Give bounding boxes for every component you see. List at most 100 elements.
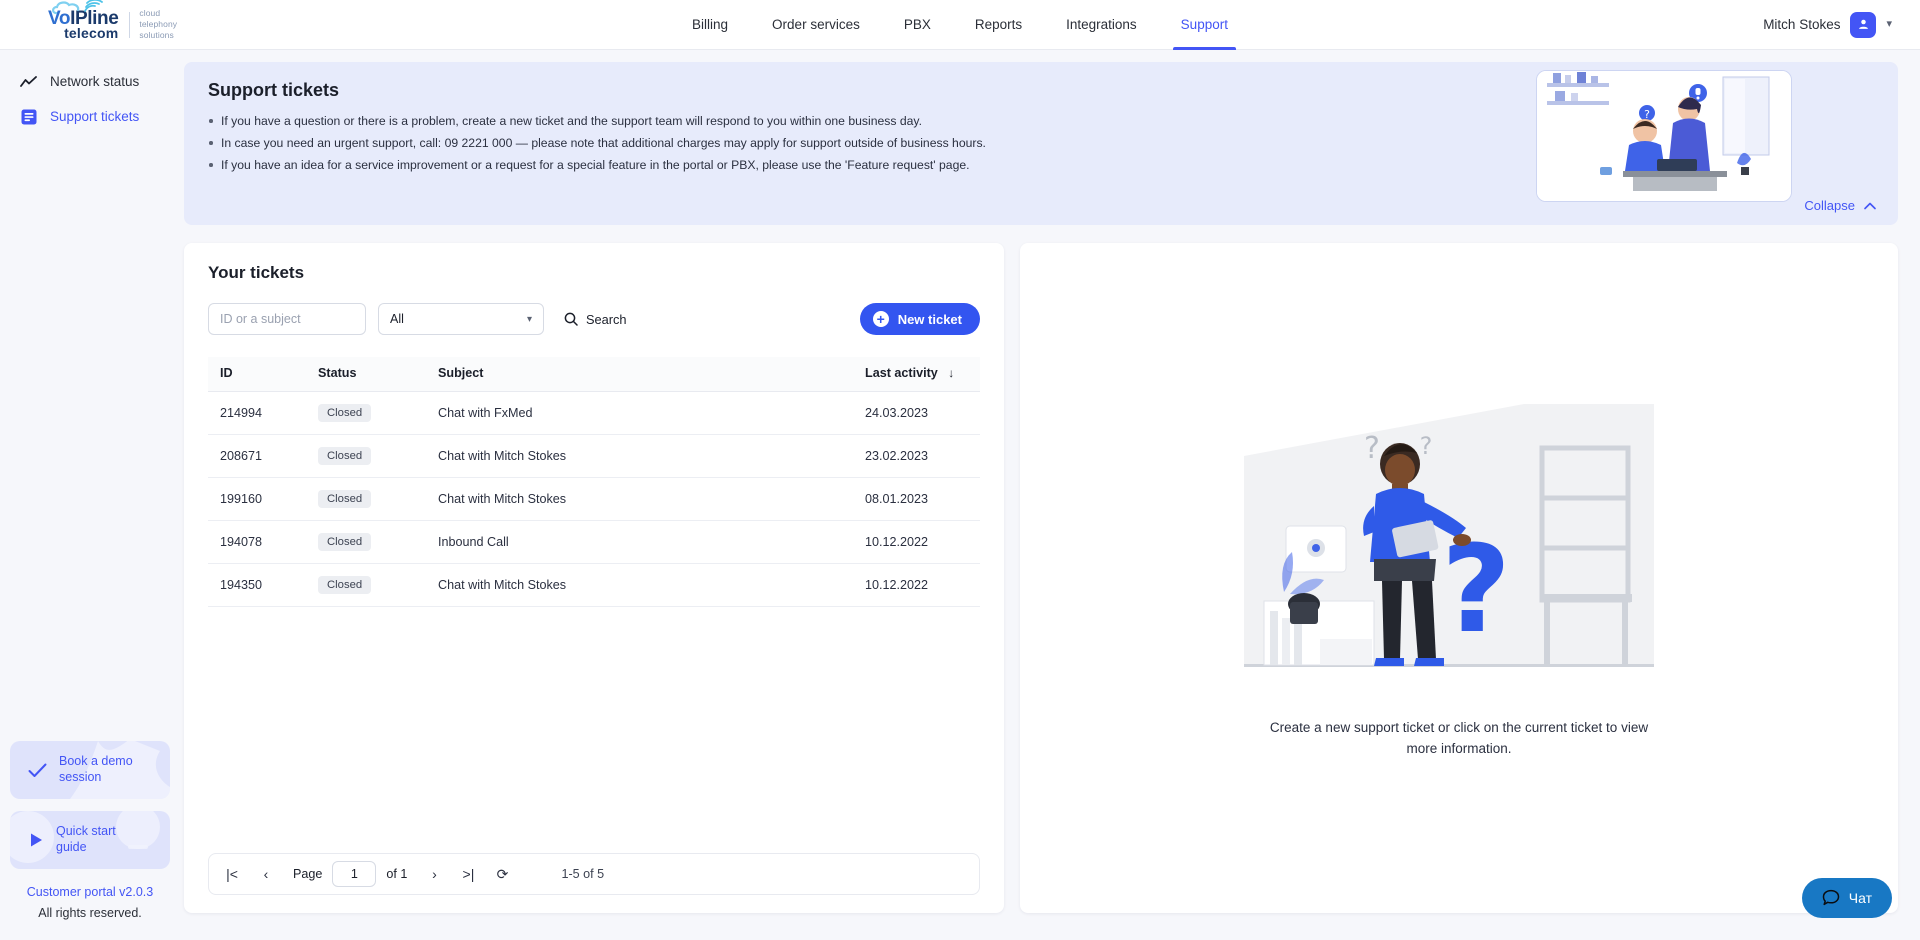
status-badge: Closed	[318, 404, 372, 422]
collapse-banner-button[interactable]: Collapse	[1804, 198, 1876, 213]
cell-last-activity: 23.02.2023	[865, 434, 980, 478]
sidebar-item-label: Network status	[50, 74, 140, 89]
cell-status: Closed	[318, 434, 438, 478]
tickets-toolbar: All ▾ Search + New ticket	[208, 303, 980, 335]
logo-text-secondary: telecom	[64, 25, 119, 41]
cell-subject: Chat with Mitch Stokes	[438, 477, 865, 521]
sidebar: Network status Support tickets Book a de…	[0, 50, 180, 940]
avatar[interactable]	[1850, 11, 1877, 38]
tickets-table: ID Status Subject Last activity ↓ 214994	[208, 357, 980, 607]
nav-item-reports[interactable]: Reports	[953, 0, 1044, 50]
svg-text:?: ?	[1364, 431, 1380, 466]
search-button-label: Search	[586, 311, 627, 327]
cell-id: 214994	[208, 391, 318, 435]
search-input[interactable]	[220, 312, 354, 326]
tickets-table-head: ID Status Subject Last activity ↓	[208, 357, 980, 392]
document-list-icon	[20, 108, 37, 125]
svg-text:?: ?	[1441, 521, 1511, 660]
total-pages-label: of 1	[386, 867, 408, 881]
sidebar-item-support-tickets[interactable]: Support tickets	[0, 99, 180, 134]
brand-logo[interactable]: VoIPline telecom cloud telephony solutio…	[48, 0, 177, 42]
table-row[interactable]: 194350 Closed Chat with Mitch Stokes 10.…	[208, 563, 980, 607]
column-header-status[interactable]: Status	[318, 357, 438, 392]
banner-illustration: ?	[1536, 70, 1792, 202]
tagline-line-3: solutions	[139, 30, 174, 41]
table-row[interactable]: 199160 Closed Chat with Mitch Stokes 08.…	[208, 477, 980, 521]
cell-last-activity: 10.12.2022	[865, 563, 980, 607]
refresh-icon[interactable]: ⟳	[485, 866, 519, 883]
portal-version-link[interactable]: Customer portal v2.0.3	[10, 881, 170, 906]
cloud-wifi-icon	[52, 0, 103, 15]
support-info-banner: Support tickets If you have a question o…	[184, 62, 1898, 225]
sort-descending-icon: ↓	[948, 366, 955, 380]
cell-status: Closed	[318, 520, 438, 564]
nav-item-pbx[interactable]: PBX	[882, 0, 953, 50]
rights-reserved-text: All rights reserved.	[38, 906, 142, 920]
trend-line-icon	[20, 73, 37, 90]
main-nav: Billing Order services PBX Reports Integ…	[670, 0, 1250, 50]
column-header-id[interactable]: ID	[208, 357, 318, 392]
panels-row: Your tickets All ▾ Search	[184, 243, 1898, 913]
cell-subject: Chat with FxMed	[438, 391, 865, 435]
promo-label: Book a demo session	[59, 754, 133, 784]
status-filter-select[interactable]: All ▾	[378, 303, 544, 335]
sidebar-item-network-status[interactable]: Network status	[0, 64, 180, 99]
user-name-label: Mitch Stokes	[1763, 17, 1841, 32]
collapse-label: Collapse	[1804, 198, 1855, 213]
chevron-down-icon[interactable]: ▾	[1886, 19, 1892, 30]
chevron-down-icon: ▾	[526, 313, 532, 325]
previous-page-button[interactable]: ‹	[249, 866, 283, 882]
first-page-button[interactable]: |<	[215, 866, 249, 882]
sidebar-item-label: Support tickets	[50, 109, 140, 124]
cell-id: 194078	[208, 520, 318, 564]
main-content: Support tickets If you have a question o…	[180, 50, 1920, 940]
column-header-last-activity[interactable]: Last activity ↓	[865, 357, 980, 392]
status-badge: Closed	[318, 576, 372, 594]
top-navigation-bar: VoIPline telecom cloud telephony solutio…	[0, 0, 1920, 50]
cell-subject: Chat with Mitch Stokes	[438, 563, 865, 607]
search-icon	[564, 312, 578, 326]
cell-id: 199160	[208, 477, 318, 521]
tagline-line-1: cloud	[139, 7, 161, 18]
new-ticket-label: New ticket	[897, 311, 962, 327]
logo-mark: VoIPline telecom	[48, 0, 119, 41]
plus-icon: +	[872, 311, 889, 327]
page-number-input[interactable]	[332, 861, 377, 887]
cell-id: 194350	[208, 563, 318, 607]
nav-item-order-services[interactable]: Order services	[750, 0, 882, 50]
chat-button[interactable]: Чат	[1801, 878, 1892, 918]
nav-item-billing[interactable]: Billing	[670, 0, 750, 50]
nav-item-support[interactable]: Support	[1159, 0, 1250, 50]
column-header-last-activity-label: Last activity	[865, 366, 938, 380]
search-button[interactable]: Search	[556, 303, 635, 335]
svg-text:?: ?	[1420, 432, 1433, 460]
last-page-button[interactable]: >|	[451, 866, 485, 882]
woman-with-question-mark-illustration: ? ? ?	[1244, 404, 1654, 668]
search-input-wrapper[interactable]	[208, 303, 366, 335]
logo-tagline: cloud telephony solutions	[139, 8, 177, 42]
column-header-subject[interactable]: Subject	[438, 357, 865, 392]
cell-subject: Chat with Mitch Stokes	[438, 434, 865, 478]
logo-divider	[129, 11, 131, 38]
quick-start-guide-card[interactable]: Quick start guide	[10, 811, 170, 869]
nav-item-integrations[interactable]: Integrations	[1044, 0, 1159, 50]
new-ticket-button[interactable]: + New ticket	[859, 303, 980, 335]
cell-status: Closed	[318, 391, 438, 435]
table-row[interactable]: 214994 Closed Chat with FxMed 24.03.2023	[208, 391, 980, 435]
user-menu[interactable]: Mitch Stokes ▾	[1763, 11, 1892, 38]
chevron-up-icon	[1864, 202, 1876, 209]
table-row[interactable]: 208671 Closed Chat with Mitch Stokes 23.…	[208, 434, 980, 478]
status-filter-value: All	[390, 312, 404, 326]
sidebar-footer: Book a demo session Quick start guide Cu…	[0, 741, 180, 940]
your-tickets-title: Your tickets	[208, 263, 305, 282]
next-page-button[interactable]: ›	[417, 866, 451, 882]
status-badge: Closed	[318, 490, 372, 508]
promo-label: Quick start guide	[56, 824, 116, 854]
pagination-bar: |< ‹ Page of 1 › >| ⟳ 1-5 of 5	[208, 853, 980, 895]
table-row[interactable]: 194078 Closed Inbound Call 10.12.2022	[208, 520, 980, 564]
book-demo-session-card[interactable]: Book a demo session	[10, 741, 170, 799]
cell-last-activity: 08.01.2023	[865, 477, 980, 521]
page-body: Network status Support tickets Book a de…	[0, 50, 1920, 940]
cell-subject: Inbound Call	[438, 520, 865, 564]
page-label: Page	[293, 867, 323, 881]
